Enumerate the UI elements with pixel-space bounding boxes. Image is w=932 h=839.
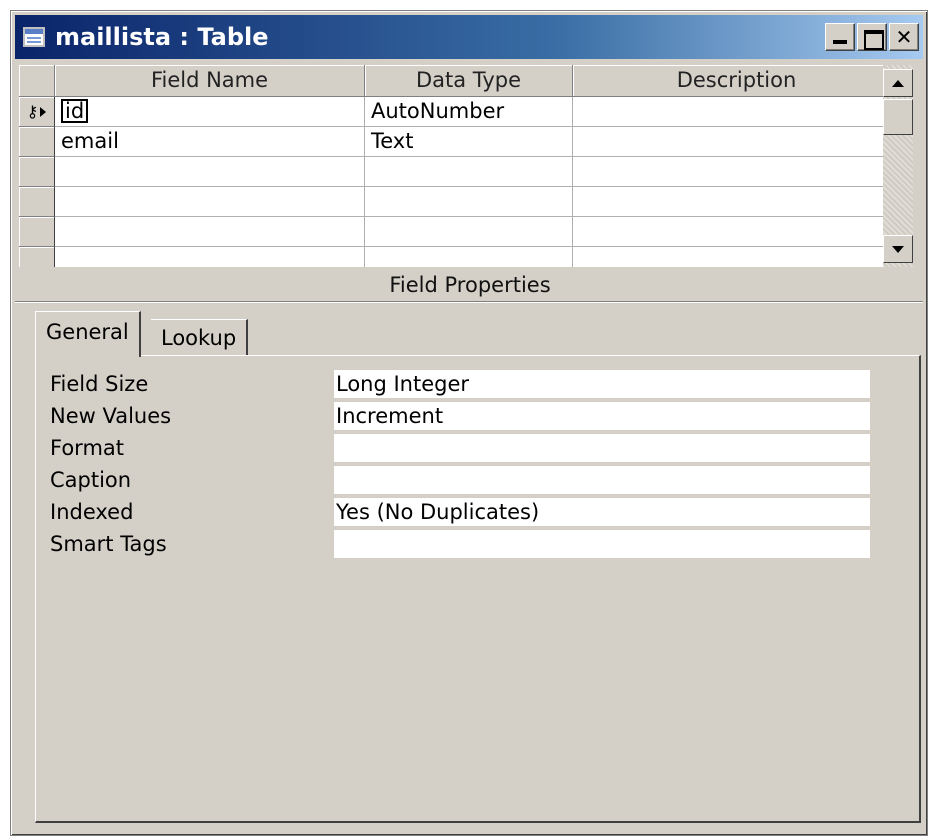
table-icon [23,27,45,47]
field-size-input[interactable]: Long Integer [334,370,870,398]
property-label: Indexed [50,500,134,524]
tab-lookup[interactable]: Lookup [151,319,249,357]
scroll-down-button[interactable] [883,235,913,263]
maximize-button[interactable] [857,23,887,51]
format-input[interactable] [334,434,870,462]
property-label: Format [50,436,125,460]
property-row: Format [36,434,919,464]
property-label: Field Size [50,372,149,396]
field-name-cell[interactable] [55,157,365,187]
caption-input[interactable] [334,466,870,494]
table-design-window: maillista : Table ✕ Field Name Data Type… [10,10,928,836]
row-selector[interactable] [19,247,55,267]
description-cell[interactable] [573,157,901,187]
scroll-down-icon [892,245,904,253]
data-type-cell[interactable] [365,217,573,247]
column-header-description[interactable]: Description [573,65,901,97]
row-selector[interactable]: ⚷ [19,97,55,127]
grid-header: Field Name Data Type Description [19,65,913,97]
row-selector[interactable] [19,127,55,157]
data-type-cell[interactable] [365,187,573,217]
title-buttons: ✕ [825,23,919,51]
field-properties-label: Field Properties [389,273,551,297]
property-row: Caption [36,466,919,496]
description-cell[interactable] [573,187,901,217]
table-row: email Text [19,127,901,157]
scroll-up-icon [892,79,904,87]
property-label: New Values [50,404,172,428]
field-name-cell[interactable]: email [55,127,365,157]
table-row [19,157,901,187]
general-tab-panel: Field Size Long Integer New Values Incre… [35,355,921,823]
field-name-value: id [61,99,89,123]
description-cell[interactable] [573,217,901,247]
property-row: Smart Tags [36,530,919,560]
current-row-arrow-icon [40,106,47,117]
description-cell[interactable] [573,247,901,267]
table-row [19,247,901,267]
row-selector[interactable] [19,217,55,247]
smart-tags-input[interactable] [334,530,870,558]
field-grid: Field Name Data Type Description ⚷ id Au… [19,65,913,267]
close-button[interactable]: ✕ [889,23,919,51]
property-label: Smart Tags [50,532,167,556]
data-type-cell[interactable]: Text [365,127,573,157]
row-selector[interactable] [19,187,55,217]
new-values-input[interactable]: Increment [334,402,870,430]
vertical-scrollbar[interactable] [883,65,913,267]
data-type-cell[interactable]: AutoNumber [365,97,573,127]
data-type-cell[interactable] [365,247,573,267]
title-bar[interactable]: maillista : Table ✕ [15,15,923,59]
column-header-field-name[interactable]: Field Name [55,65,365,97]
property-row: Field Size Long Integer [36,370,919,400]
column-header-data-type[interactable]: Data Type [365,65,573,97]
field-name-cell[interactable] [55,217,365,247]
primary-key-icon: ⚷ [26,102,39,121]
field-name-cell[interactable]: id [55,97,365,127]
pane-divider[interactable] [15,301,923,303]
field-name-cell[interactable] [55,187,365,217]
tab-general[interactable]: General [35,311,141,357]
window-title: maillista : Table [55,23,269,51]
table-row [19,187,901,217]
table-row: ⚷ id AutoNumber [19,97,901,127]
description-cell[interactable] [573,97,901,127]
scroll-thumb[interactable] [883,99,913,135]
row-selector-header[interactable] [19,65,55,97]
minimize-button[interactable] [825,23,855,51]
property-row: Indexed Yes (No Duplicates) [36,498,919,528]
indexed-input[interactable]: Yes (No Duplicates) [334,498,870,526]
table-row [19,217,901,247]
close-icon: ✕ [895,25,913,49]
property-label: Caption [50,468,132,492]
property-row: New Values Increment [36,402,919,432]
description-cell[interactable] [573,127,901,157]
row-selector[interactable] [19,157,55,187]
data-type-cell[interactable] [365,157,573,187]
scroll-up-button[interactable] [883,69,913,97]
field-name-cell[interactable] [55,247,365,267]
